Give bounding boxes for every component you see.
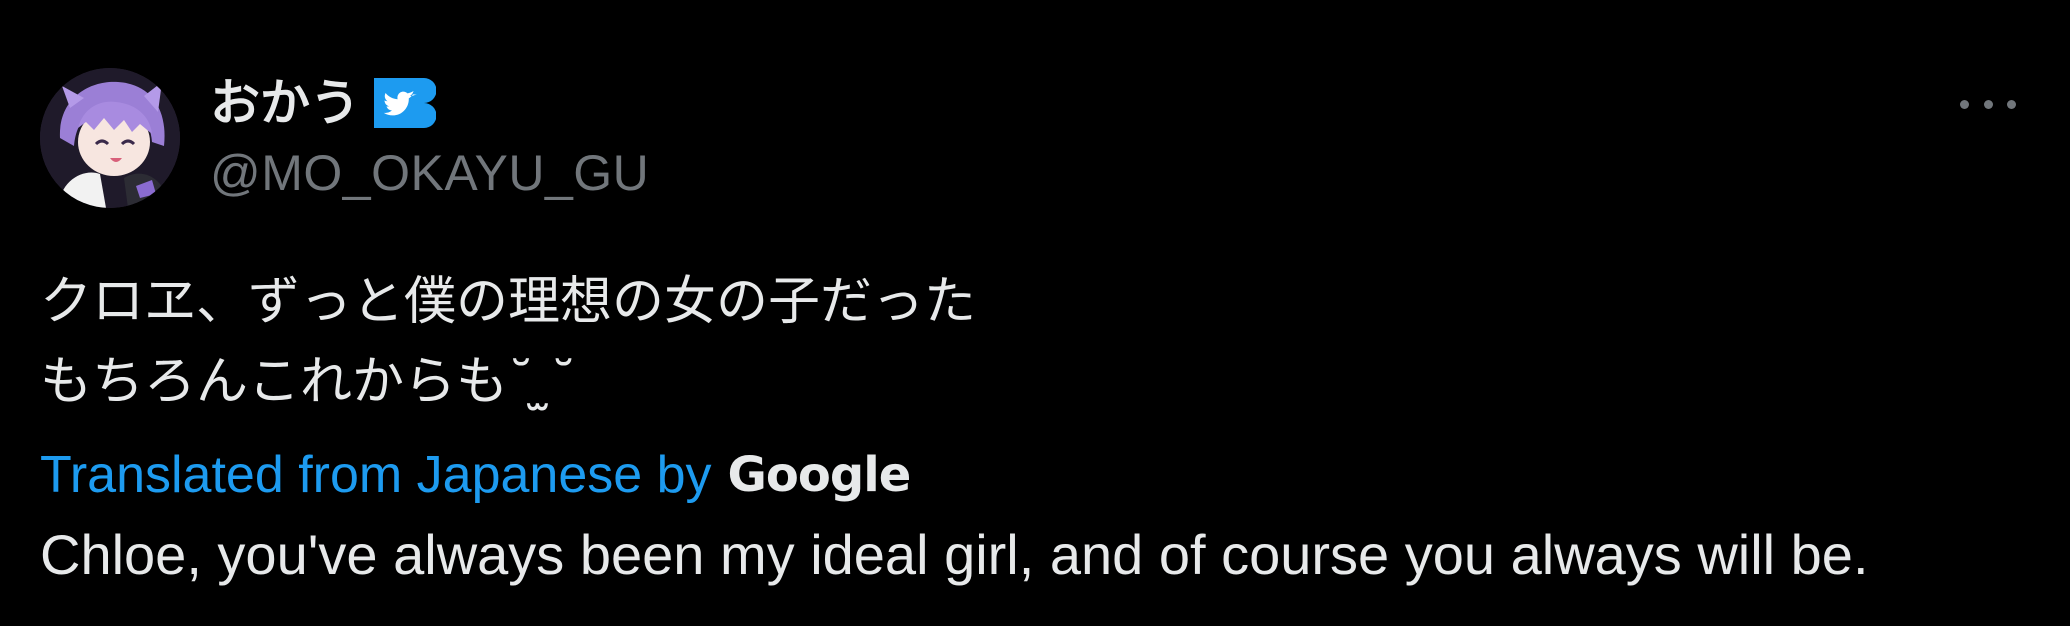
bird-badge-icon [374, 74, 437, 132]
author-name-row: おかう [210, 72, 437, 134]
more-dot [1983, 99, 1993, 109]
author-display-name[interactable]: おかう [210, 78, 360, 128]
translation-attribution: Translated from Japanese by Google [40, 440, 912, 510]
tweet-card: おかう @MO_OKAYU_GU クロヱ、ずっと僕の理想の女の子だった もちろん… [0, 0, 2070, 626]
more-dot [1960, 99, 1969, 109]
more-dot [2007, 99, 2016, 109]
avatar-image [40, 68, 180, 208]
google-logo: Google [727, 447, 912, 503]
translated-text: Chloe, you've always been my ideal girl,… [40, 523, 1869, 586]
tweet-text: クロヱ、ずっと僕の理想の女の子だった もちろんこれからも˘ ̫˘ [40, 272, 977, 412]
more-horizontal-icon[interactable] [1960, 88, 2016, 120]
author-handle[interactable]: @MO_OKAYU_GU [210, 148, 649, 198]
translated-from-link[interactable]: Translated from Japanese by [40, 449, 712, 501]
avatar[interactable] [40, 68, 180, 208]
